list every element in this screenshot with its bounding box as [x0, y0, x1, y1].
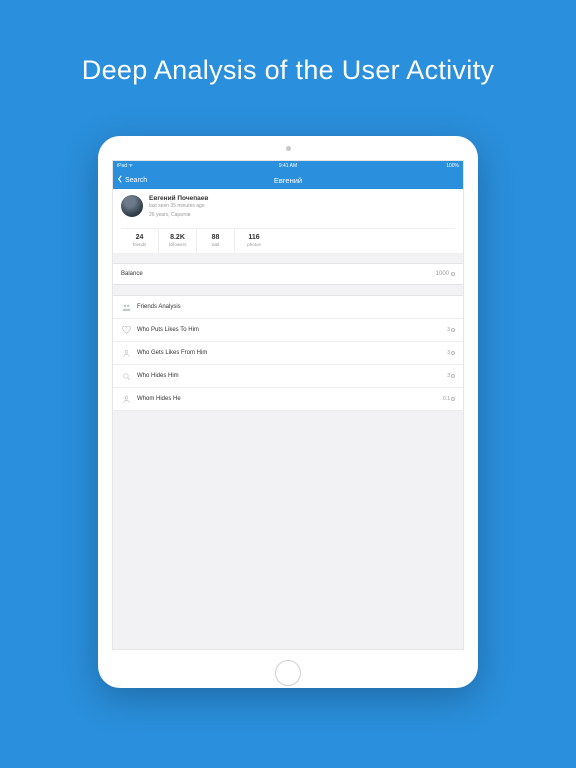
person-icon [121, 348, 131, 358]
profile-last-seen: last seen 35 minutes ago [149, 203, 208, 209]
home-button[interactable] [275, 660, 301, 686]
page-headline: Deep Analysis of the User Activity [82, 55, 494, 86]
menu-price: 3 [447, 327, 455, 333]
menu-label: Friends Analysis [137, 304, 455, 310]
menu-price: 0.1 [443, 396, 455, 402]
coin-icon [451, 328, 455, 332]
menu-price: 3 [447, 373, 455, 379]
stat-label: friends [121, 242, 158, 247]
stat-friends[interactable]: 24 friends [121, 229, 159, 253]
heart-icon [121, 325, 131, 335]
stat-value: 8.2K [159, 234, 196, 241]
menu-friends-analysis[interactable]: Friends Analysis [113, 296, 463, 319]
menu-who-gets-likes[interactable]: Who Gets Likes From Him 3 [113, 342, 463, 365]
menu-label: Whom Hides He [137, 396, 443, 402]
status-time: 9:41 AM [113, 163, 463, 169]
menu-label: Who Hides Him [137, 373, 447, 379]
profile-name: Евгений Почепаев [149, 195, 208, 202]
menu-price: 3 [447, 350, 455, 356]
person-icon [121, 394, 131, 404]
balance-row[interactable]: Balance 1000 [113, 263, 463, 285]
coin-icon [451, 397, 455, 401]
nav-title: Евгений [113, 176, 463, 185]
people-icon [121, 302, 131, 312]
coin-icon [451, 272, 455, 276]
avatar[interactable] [121, 195, 143, 217]
nav-bar: Search Евгений [113, 171, 463, 189]
coin-icon [451, 351, 455, 355]
menu-whom-hides-he[interactable]: Whom Hides He 0.1 [113, 388, 463, 411]
stat-value: 88 [197, 234, 234, 241]
search-icon [121, 371, 131, 381]
menu-who-hides-him[interactable]: Who Hides Him 3 [113, 365, 463, 388]
profile-age-location: 26 years, Саратов [149, 212, 208, 218]
balance-credits: 1000 [436, 271, 455, 277]
profile-card: Евгений Почепаев last seen 35 minutes ag… [113, 189, 463, 253]
stat-value: 24 [121, 234, 158, 241]
stat-label: photos [235, 242, 273, 247]
device-screen: iPad ᯤ 9:41 AM 100% Search Евгений Евген… [112, 160, 464, 650]
status-bar: iPad ᯤ 9:41 AM 100% [113, 161, 463, 171]
menu-label: Who Gets Likes From Him [137, 350, 447, 356]
stat-followers[interactable]: 8.2K followers [159, 229, 197, 253]
tablet-device-frame: iPad ᯤ 9:41 AM 100% Search Евгений Евген… [98, 136, 478, 688]
stat-label: wall [197, 242, 234, 247]
coin-icon [451, 374, 455, 378]
menu-who-puts-likes[interactable]: Who Puts Likes To Him 3 [113, 319, 463, 342]
stat-label: followers [159, 242, 196, 247]
stat-wall[interactable]: 88 wall [197, 229, 235, 253]
device-camera-dot [286, 146, 291, 151]
stat-value: 116 [235, 234, 273, 241]
stat-photos[interactable]: 116 photos [235, 229, 273, 253]
balance-label: Balance [121, 271, 143, 277]
menu-label: Who Puts Likes To Him [137, 327, 447, 333]
profile-stats: 24 friends 8.2K followers 88 wall 116 ph… [121, 228, 455, 253]
analysis-menu: Friends Analysis Who Puts Likes To Him 3… [113, 295, 463, 411]
